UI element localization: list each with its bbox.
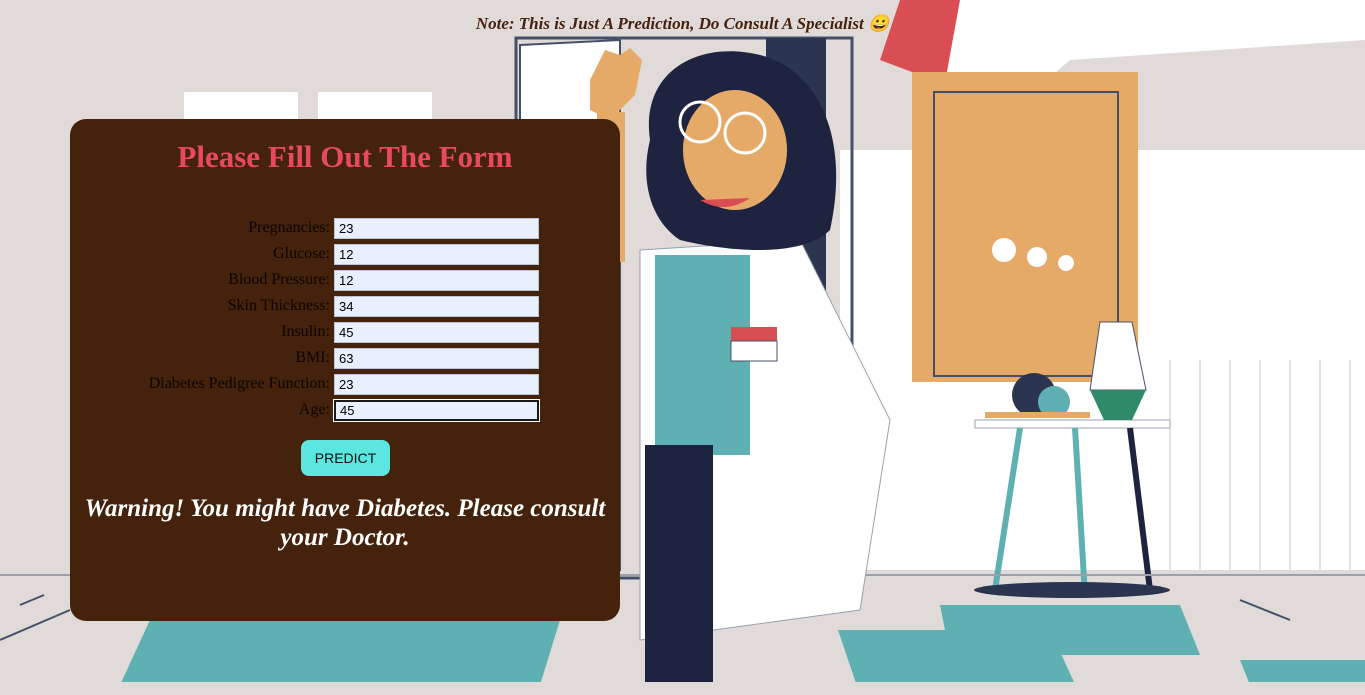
skin-thickness-label: Skin Thickness:: [227, 297, 330, 314]
field-row-age: Age:: [70, 399, 620, 422]
disclaimer-note: Note: This is Just A Prediction, Do Cons…: [475, 14, 890, 33]
age-label: Age:: [298, 401, 330, 418]
form-title: Please Fill Out The Form: [177, 139, 513, 174]
prediction-result: Warning! You might have Diabetes. Please…: [84, 495, 606, 551]
field-row-diabetes-pedigree: Diabetes Pedigree Function:: [70, 374, 620, 396]
age-input[interactable]: [333, 399, 540, 422]
glucose-input[interactable]: [334, 244, 539, 265]
predict-button[interactable]: PREDICT: [301, 440, 390, 476]
field-row-blood-pressure: Blood Pressure:: [70, 270, 620, 292]
bmi-label: BMI:: [295, 349, 330, 366]
insulin-label: Insulin:: [281, 323, 330, 340]
form-card: Please Fill Out The Form Pregnancies: Gl…: [70, 119, 620, 621]
bmi-input[interactable]: [334, 348, 539, 369]
diabetes-pedigree-label: Diabetes Pedigree Function:: [148, 375, 330, 392]
blood-pressure-input[interactable]: [334, 270, 539, 291]
field-row-glucose: Glucose:: [70, 244, 620, 266]
blood-pressure-label: Blood Pressure:: [228, 271, 330, 288]
glucose-label: Glucose:: [273, 245, 330, 262]
field-row-pregnancies: Pregnancies:: [70, 218, 620, 240]
pregnancies-input[interactable]: [334, 218, 539, 239]
field-row-insulin: Insulin:: [70, 322, 620, 344]
diabetes-pedigree-input[interactable]: [334, 374, 539, 395]
field-row-bmi: BMI:: [70, 348, 620, 370]
pregnancies-label: Pregnancies:: [248, 219, 330, 236]
insulin-input[interactable]: [334, 322, 539, 343]
skin-thickness-input[interactable]: [334, 296, 539, 317]
field-row-skin-thickness: Skin Thickness:: [70, 296, 620, 318]
